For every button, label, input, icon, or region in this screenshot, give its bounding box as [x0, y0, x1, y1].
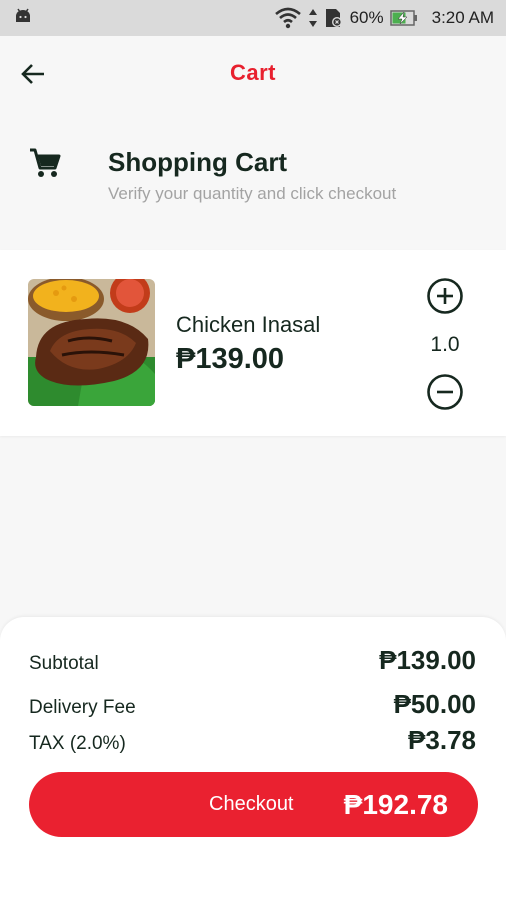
checkout-total: ₱192.78	[343, 788, 448, 820]
order-summary: Subtotal ₱139.00 Delivery Fee ₱50.00 TAX…	[0, 617, 506, 900]
data-arrows-icon	[308, 8, 318, 28]
checkout-button[interactable]: Checkout ₱192.78	[29, 772, 478, 837]
delivery-fee-row: Delivery Fee ₱50.00	[29, 689, 476, 720]
subtotal-value: ₱139.00	[379, 645, 476, 675]
cart-header: Shopping Cart Verify your quantity and c…	[0, 112, 506, 248]
wifi-icon	[274, 7, 302, 29]
delivery-fee-value: ₱50.00	[393, 689, 476, 719]
cart-subtitle: Verify your quantity and click checkout	[108, 184, 397, 203]
item-price: ₱139.00	[176, 343, 285, 375]
clock: 3:20 AM	[431, 8, 494, 27]
status-bar: 60% 3:20 AM	[0, 0, 506, 36]
tax-value: ₱3.78	[408, 725, 476, 755]
increase-quantity-button[interactable]	[426, 277, 464, 315]
android-icon	[14, 8, 32, 29]
app-bar: Cart	[0, 36, 506, 112]
subtotal-label: Subtotal	[29, 653, 99, 674]
tax-label: TAX (2.0%)	[29, 733, 126, 754]
item-image	[28, 279, 155, 406]
cart-title: Shopping Cart	[108, 147, 288, 177]
sim-icon	[324, 7, 344, 29]
item-quantity: 1.0	[430, 333, 460, 356]
page-title: Cart	[229, 60, 276, 85]
shopping-cart-icon	[30, 148, 61, 177]
battery-percent: 60%	[349, 8, 384, 27]
checkout-label: Checkout	[209, 793, 294, 815]
subtotal-row: Subtotal ₱139.00	[29, 645, 476, 676]
delivery-fee-label: Delivery Fee	[29, 697, 136, 718]
tax-row: TAX (2.0%) ₱3.78	[29, 725, 476, 756]
decrease-quantity-button[interactable]	[426, 373, 464, 411]
battery-charging-icon	[389, 10, 418, 26]
item-name: Chicken Inasal	[176, 312, 321, 337]
